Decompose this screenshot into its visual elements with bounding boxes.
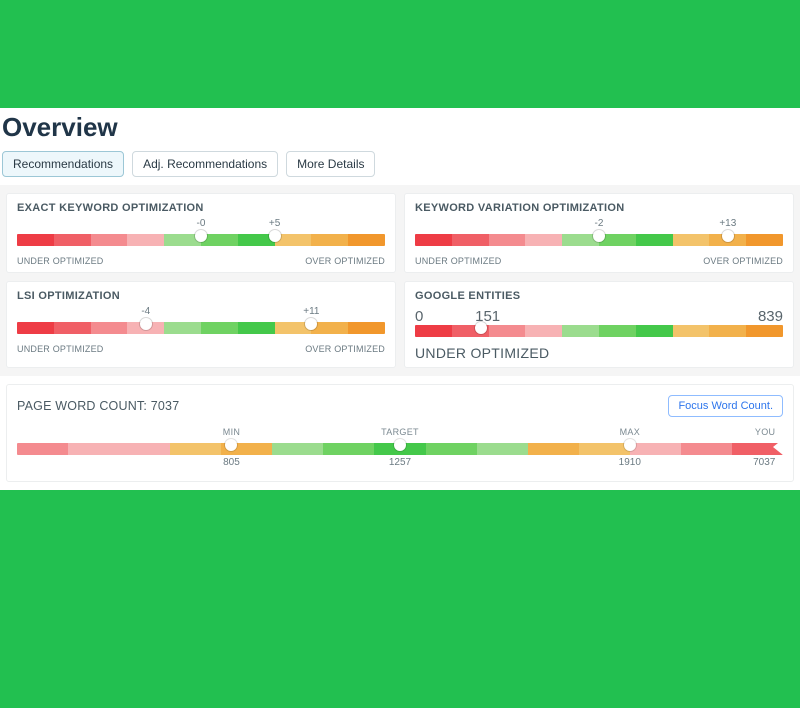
wc-max-val: 1910 [619,457,641,468]
wc-min-val: 805 [223,457,240,468]
card-exact-keyword: EXACT KEYWORD OPTIMIZATION -0 +5 UNDER O… [6,193,396,273]
wc-min-marker [225,439,237,451]
marker-high-label: +11 [303,306,319,317]
wc-target-top: TARGET [381,427,419,437]
wc-you-val: 7037 [753,457,775,468]
wc-max-top: MAX [620,427,640,437]
marker-high [269,230,281,242]
wc-you-top: YOU [755,427,775,437]
focus-word-count-button[interactable]: Focus Word Count. [668,395,783,417]
card-google-entities: GOOGLE ENTITIES 0 151 839 UNDER OPTIMIZE… [404,281,794,368]
card-word-count: PAGE WORD COUNT: 7037 Focus Word Count. … [6,384,794,482]
marker-high [305,318,317,330]
gauge-axis-labels: UNDER OPTIMIZED OVER OPTIMIZED [17,344,385,354]
wc-max-marker [624,439,636,451]
marker-low [195,230,207,242]
card-keyword-variation: KEYWORD VARIATION OPTIMIZATION -2 +13 UN… [404,193,794,273]
card-title: KEYWORD VARIATION OPTIMIZATION [415,202,783,214]
wc-target-val: 1257 [389,457,411,468]
gauge-axis-labels: UNDER OPTIMIZED OVER OPTIMIZED [17,256,385,266]
tab-recommendations[interactable]: Recommendations [2,151,124,177]
word-count-title: PAGE WORD COUNT: 7037 [17,399,179,413]
marker-high-label: +13 [719,218,736,229]
marker-low-label: -4 [141,306,150,317]
marker-low-label: -0 [197,218,206,229]
marker-low-label: -2 [595,218,604,229]
page-title: Overview [0,108,800,149]
tab-more-details[interactable]: More Details [286,151,375,177]
gauge-entities [415,323,783,343]
card-title: LSI OPTIMIZATION [17,290,385,302]
gauge-word-count: MIN 805 TARGET 1257 MAX 1910 YOU 7037 [17,427,783,473]
overview-panel: Overview Recommendations Adj. Recommenda… [0,108,800,490]
tabs: Recommendations Adj. Recommendations Mor… [0,149,800,185]
marker-high-label: +5 [269,218,280,229]
tab-adj-recommendations[interactable]: Adj. Recommendations [132,151,278,177]
entities-under-label: UNDER OPTIMIZED [415,345,783,361]
gauge-axis-labels: UNDER OPTIMIZED OVER OPTIMIZED [415,256,783,266]
marker-low [140,318,152,330]
gauge-grid: EXACT KEYWORD OPTIMIZATION -0 +5 UNDER O… [0,185,800,376]
wc-target-marker [394,439,406,451]
card-title: EXACT KEYWORD OPTIMIZATION [17,202,385,214]
wc-you-marker [773,439,783,455]
marker-entities [475,322,487,334]
card-lsi: LSI OPTIMIZATION -4 +11 UNDER OPTIMIZED … [6,281,396,368]
wc-min-top: MIN [223,427,240,437]
gauge-variation: -2 +13 [415,220,783,254]
marker-low [593,230,605,242]
gauge-exact: -0 +5 [17,220,385,254]
marker-high [722,230,734,242]
gauge-lsi: -4 +11 [17,308,385,342]
card-title: GOOGLE ENTITIES [415,290,783,302]
